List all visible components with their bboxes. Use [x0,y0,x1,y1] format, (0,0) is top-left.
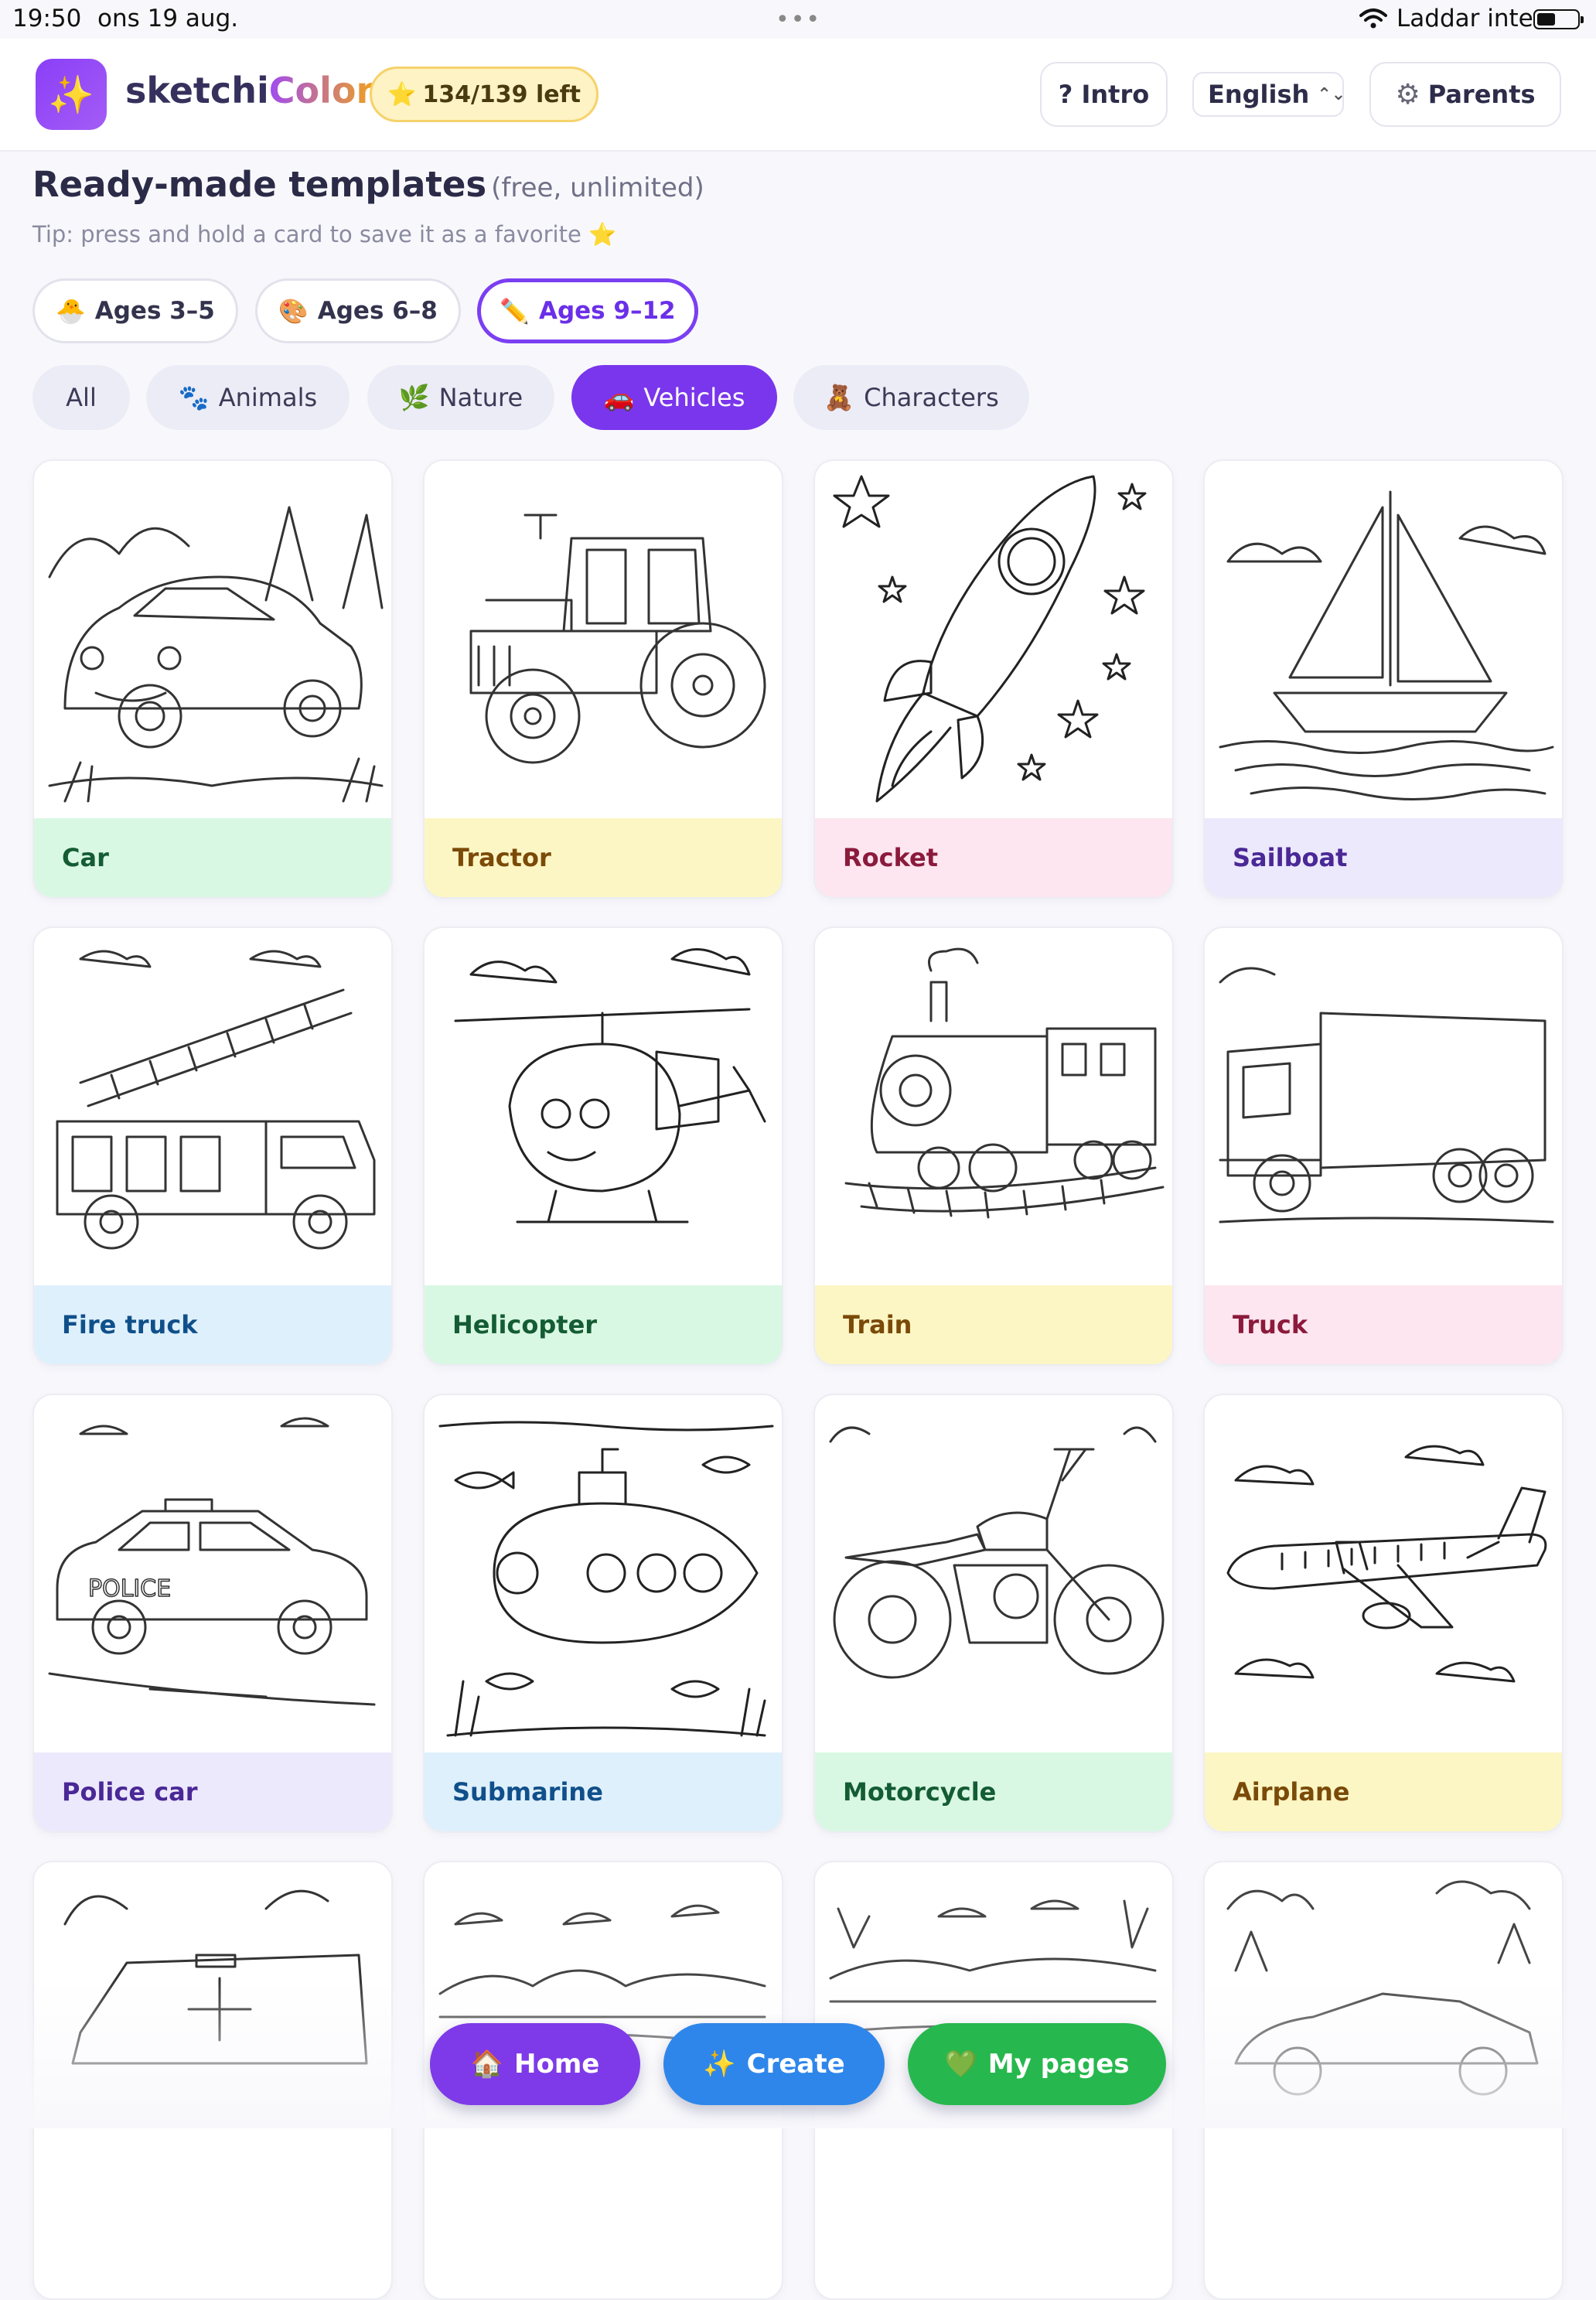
submarine-drawing [425,1395,782,1752]
house-icon: 🏠 [470,2049,504,2080]
sparkles-icon[interactable]: ✨ [36,59,107,130]
template-card-police-car[interactable]: POLICE Police car [32,1394,393,1833]
template-card-motorcycle[interactable]: Motorcycle [813,1394,1174,1833]
my-pages-button[interactable]: 💚 My pages [908,2023,1166,2105]
train-drawing [815,928,1172,1285]
police-car-drawing: POLICE [34,1395,391,1752]
create-button[interactable]: ✨ Create [663,2023,885,2105]
motorcycle-drawing [815,1395,1172,1752]
paw-icon: 🐾 [178,383,210,412]
palette-icon: 🎨 [278,297,309,326]
credits-badge: ⭐ 134/139 left [370,67,598,122]
template-label: Motorcycle [815,1752,1172,1831]
fire-truck-drawing [34,928,391,1285]
template-card-truck[interactable]: Truck [1203,926,1564,1366]
teddy-bear-icon: 🧸 [824,383,855,412]
template-card-sailboat[interactable]: Sailboat [1203,459,1564,899]
airplane-drawing [1205,1395,1562,1752]
battery-icon [1533,9,1584,29]
app-name: sketchiColor [125,70,374,111]
template-card-fire-truck[interactable]: Fire truck [32,926,393,1366]
template-label: Rocket [815,818,1172,897]
rocket-drawing [815,461,1172,818]
sparkles-icon: ✨ [703,2049,736,2080]
pencil-icon: ✏️ [500,297,530,326]
template-label: Train [815,1285,1172,1364]
age-filter-9-12[interactable]: ✏️ Ages 9–12 [477,278,698,343]
status-bar: 19:50 ons 19 aug. ••• Laddar inte [0,0,1596,39]
template-card-car[interactable]: Car [32,459,393,899]
page-title: Ready-made templates (free, unlimited) [32,164,704,205]
truck-drawing [1205,928,1562,1285]
star-icon: ⭐ [387,80,417,108]
language-select[interactable]: English ⌃⌄ [1192,72,1346,117]
age-filter-3-5[interactable]: 🐣 Ages 3–5 [32,278,238,343]
car-icon: 🚗 [603,383,635,412]
template-label: Airplane [1205,1752,1562,1831]
wifi-icon [1359,9,1387,29]
status-time: 19:50 [12,5,82,32]
template-card-tractor[interactable]: Tractor [423,459,783,899]
template-label: Submarine [425,1752,782,1831]
leaf-icon: 🌿 [398,383,430,412]
intro-button[interactable]: ? Intro [1040,62,1168,127]
sailboat-drawing [1205,461,1562,818]
template-label: Fire truck [34,1285,391,1364]
page-subtitle: (free, unlimited) [491,172,704,203]
template-card-rocket[interactable]: Rocket [813,459,1174,899]
charging-status: Laddar inte [1396,5,1533,32]
category-characters[interactable]: 🧸 Characters [793,365,1029,430]
template-card-train[interactable]: Train [813,926,1174,1366]
template-label: Truck [1205,1285,1562,1364]
category-nature[interactable]: 🌿 Nature [367,365,554,430]
category-animals[interactable]: 🐾 Animals [146,365,350,430]
category-all[interactable]: All [32,365,130,430]
tractor-drawing [425,461,782,818]
star-icon: ⭐ [588,221,617,247]
template-label: Helicopter [425,1285,782,1364]
svg-text:POLICE: POLICE [88,1575,171,1602]
template-label: Tractor [425,818,782,897]
template-label: Sailboat [1205,818,1562,897]
multitasking-dots-icon[interactable]: ••• [776,6,821,33]
chevron-updown-icon: ⌃⌄ [1317,84,1346,104]
template-label: Police car [34,1752,391,1831]
template-label: Car [34,818,391,897]
template-card-submarine[interactable]: Submarine [423,1394,783,1833]
age-filter-6-8[interactable]: 🎨 Ages 6–8 [255,278,461,343]
gear-icon: ⚙ [1395,78,1420,111]
chick-icon: 🐣 [56,297,86,326]
app-header: ✨ sketchiColor ⭐ 134/139 left ? Intro En… [0,39,1596,152]
helicopter-drawing [425,928,782,1285]
category-vehicles[interactable]: 🚗 Vehicles [571,365,777,430]
status-date: ons 19 aug. [97,5,239,32]
template-card-airplane[interactable]: Airplane [1203,1394,1564,1833]
parents-button[interactable]: ⚙ Parents [1369,62,1561,127]
home-button[interactable]: 🏠 Home [430,2023,640,2105]
template-card-helicopter[interactable]: Helicopter [423,926,783,1366]
tip-text: Tip: press and hold a card to save it as… [32,221,617,247]
heart-icon: 💚 [944,2049,977,2080]
car-drawing [34,461,391,818]
